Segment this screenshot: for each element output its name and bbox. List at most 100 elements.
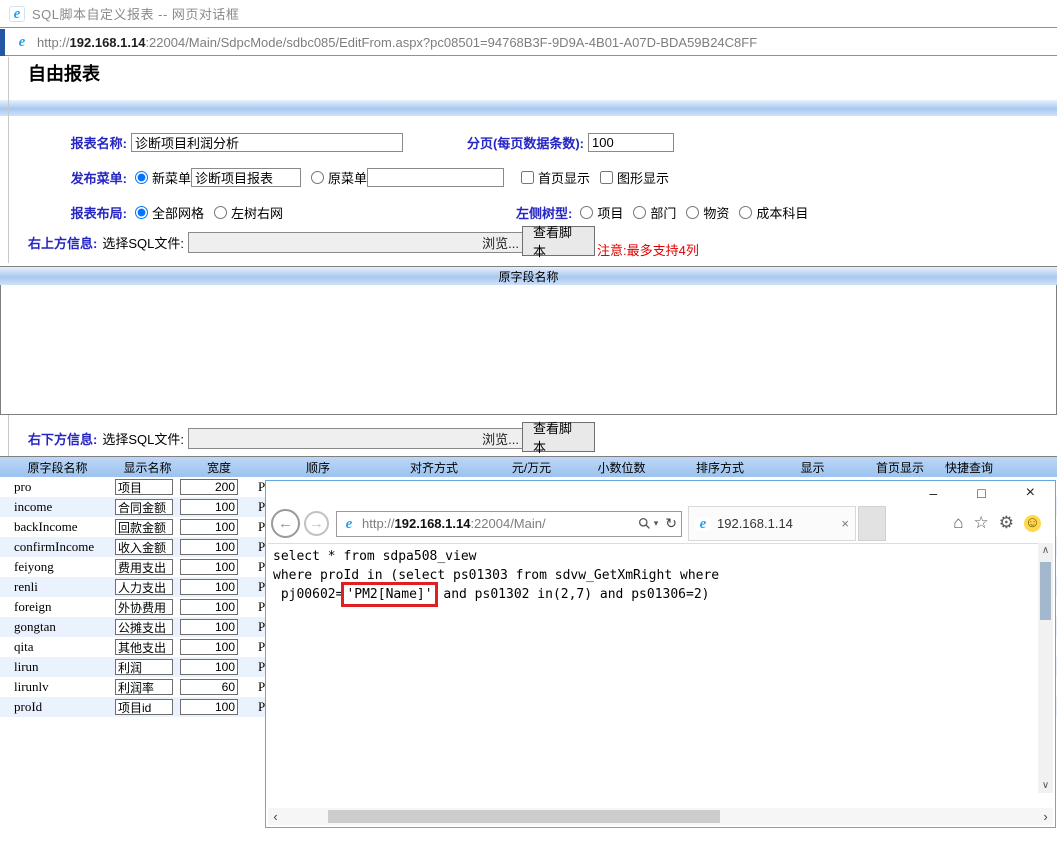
field-name: lirun xyxy=(0,659,115,675)
col-header: 显示 xyxy=(770,459,855,476)
vertical-scrollbar[interactable]: ∧ ∨ xyxy=(1038,543,1053,793)
layout-all-grid-label: 全部网格 xyxy=(152,203,204,222)
left-tree-radio-project[interactable] xyxy=(580,206,593,219)
width-input[interactable] xyxy=(180,539,238,555)
width-input[interactable] xyxy=(180,499,238,515)
scroll-left-icon[interactable]: ‹ xyxy=(268,809,283,824)
width-input[interactable] xyxy=(180,699,238,715)
sql-file-input-lower[interactable]: 浏览... xyxy=(188,428,528,449)
left-tree-radio-department[interactable] xyxy=(633,206,646,219)
width-input[interactable] xyxy=(180,659,238,675)
new-menu-radio[interactable] xyxy=(135,171,148,184)
popup-titlebar: – □ × xyxy=(266,481,1055,504)
select-sql-file-label: 选择SQL文件: xyxy=(102,233,184,252)
publish-menu-label: 发布菜单: xyxy=(0,168,127,187)
width-input[interactable] xyxy=(180,479,238,495)
smiley-icon[interactable]: ☺ xyxy=(1024,515,1041,532)
new-menu-input[interactable] xyxy=(191,168,301,187)
field-name: pro xyxy=(0,479,115,495)
gear-icon[interactable]: ⚙ xyxy=(999,513,1014,533)
col-header: 显示名称 xyxy=(115,459,180,476)
col-header: 快捷查询 xyxy=(945,459,993,476)
field-name: qita xyxy=(0,639,115,655)
display-name-input[interactable] xyxy=(115,539,173,555)
width-input[interactable] xyxy=(180,639,238,655)
display-name-input[interactable] xyxy=(115,659,173,675)
report-name-label: 报表名称: xyxy=(0,133,127,152)
maximize-button[interactable]: □ xyxy=(977,486,985,500)
display-name-input[interactable] xyxy=(115,619,173,635)
width-input[interactable] xyxy=(180,579,238,595)
orig-menu-radio[interactable] xyxy=(311,171,324,184)
orig-menu-radio-label: 原菜单 xyxy=(328,168,367,187)
display-name-input[interactable] xyxy=(115,519,173,535)
paging-input[interactable] xyxy=(588,133,674,152)
display-name-input[interactable] xyxy=(115,679,173,695)
field-name: income xyxy=(0,499,115,515)
width-input[interactable] xyxy=(180,619,238,635)
view-script-button-lower[interactable]: 查看脚本 xyxy=(522,422,595,452)
minimize-button[interactable]: – xyxy=(929,486,937,500)
display-name-input[interactable] xyxy=(115,699,173,715)
select-sql-file-label: 选择SQL文件: xyxy=(102,429,184,448)
lower-right-info-label: 右下方信息: xyxy=(28,429,97,448)
width-input[interactable] xyxy=(180,559,238,575)
highlight-box: 'PM2[Name]' xyxy=(341,582,437,607)
sql-script-text: select * from sdpa508_view where proId i… xyxy=(268,543,1038,793)
dialog-title: SQL脚本自定义报表 -- 网页对话框 xyxy=(32,4,239,23)
display-name-input[interactable] xyxy=(115,479,173,495)
upper-right-info-label: 右上方信息: xyxy=(28,233,97,252)
forward-button[interactable]: → xyxy=(304,511,329,536)
display-name-input[interactable] xyxy=(115,499,173,515)
refresh-icon[interactable]: ↻ xyxy=(665,515,677,532)
home-icon[interactable]: ⌂ xyxy=(953,513,963,533)
popup-address-box[interactable]: e http://192.168.1.14:22004/Main/ ▾ ↻ xyxy=(336,511,682,537)
left-tree-radio-cost-subject[interactable] xyxy=(739,206,752,219)
display-name-input[interactable] xyxy=(115,599,173,615)
field-name: proId xyxy=(0,699,115,715)
scroll-up-icon[interactable]: ∧ xyxy=(1042,543,1049,558)
horizontal-scrollbar[interactable]: ‹ › xyxy=(268,808,1053,825)
width-input[interactable] xyxy=(180,599,238,615)
layout-left-tree-label: 左树右网 xyxy=(231,203,283,222)
dialog-titlebar: e SQL脚本自定义报表 -- 网页对话框 xyxy=(0,0,1057,28)
horizontal-scroll-thumb[interactable] xyxy=(328,810,720,823)
graphic-show-checkbox[interactable] xyxy=(600,171,613,184)
col-header: 原字段名称 xyxy=(0,459,115,476)
left-tree-option-label: 项目 xyxy=(597,203,623,222)
display-name-input[interactable] xyxy=(115,579,173,595)
browse-button[interactable]: 浏览... xyxy=(482,429,519,448)
layout-all-grid-radio[interactable] xyxy=(135,206,148,219)
back-button[interactable]: ← xyxy=(271,509,300,538)
browse-button[interactable]: 浏览... xyxy=(482,233,519,252)
width-input[interactable] xyxy=(180,679,238,695)
col-header: 首页显示 xyxy=(855,459,945,476)
homepage-show-label: 首页显示 xyxy=(538,168,590,187)
display-name-input[interactable] xyxy=(115,559,173,575)
search-icon[interactable] xyxy=(638,517,651,530)
scroll-down-icon[interactable]: ∨ xyxy=(1042,778,1049,793)
star-icon[interactable]: ☆ xyxy=(974,513,989,533)
homepage-show-checkbox[interactable] xyxy=(521,171,534,184)
tab-close-icon[interactable]: × xyxy=(841,516,849,531)
chevron-down-icon[interactable]: ▾ xyxy=(654,518,659,529)
view-script-button-upper[interactable]: 查看脚本 xyxy=(522,226,595,256)
scroll-right-icon[interactable]: › xyxy=(1038,809,1053,824)
address-bar: e http://192.168.1.14:22004/Main/SdpcMod… xyxy=(0,29,1057,56)
report-name-input[interactable] xyxy=(131,133,403,152)
new-tab-area[interactable] xyxy=(858,506,886,541)
close-button[interactable]: × xyxy=(1026,486,1035,500)
width-input[interactable] xyxy=(180,519,238,535)
browser-tab[interactable]: e 192.168.1.14 × xyxy=(688,506,856,541)
sql-file-input-upper[interactable]: 浏览... xyxy=(188,232,528,253)
display-name-input[interactable] xyxy=(115,639,173,655)
orig-menu-input[interactable] xyxy=(367,168,504,187)
page-title: 自由报表 xyxy=(28,60,100,86)
col-header: 对齐方式 xyxy=(378,459,490,476)
orig-fields-bar: 原字段名称 xyxy=(0,266,1057,285)
vertical-scroll-thumb[interactable] xyxy=(1040,562,1051,620)
left-tree-radio-material[interactable] xyxy=(686,206,699,219)
layout-left-tree-radio[interactable] xyxy=(214,206,227,219)
dialog-window: e SQL脚本自定义报表 -- 网页对话框 e http://192.168.1… xyxy=(0,0,1057,853)
col-header: 元/万元 xyxy=(490,459,573,476)
